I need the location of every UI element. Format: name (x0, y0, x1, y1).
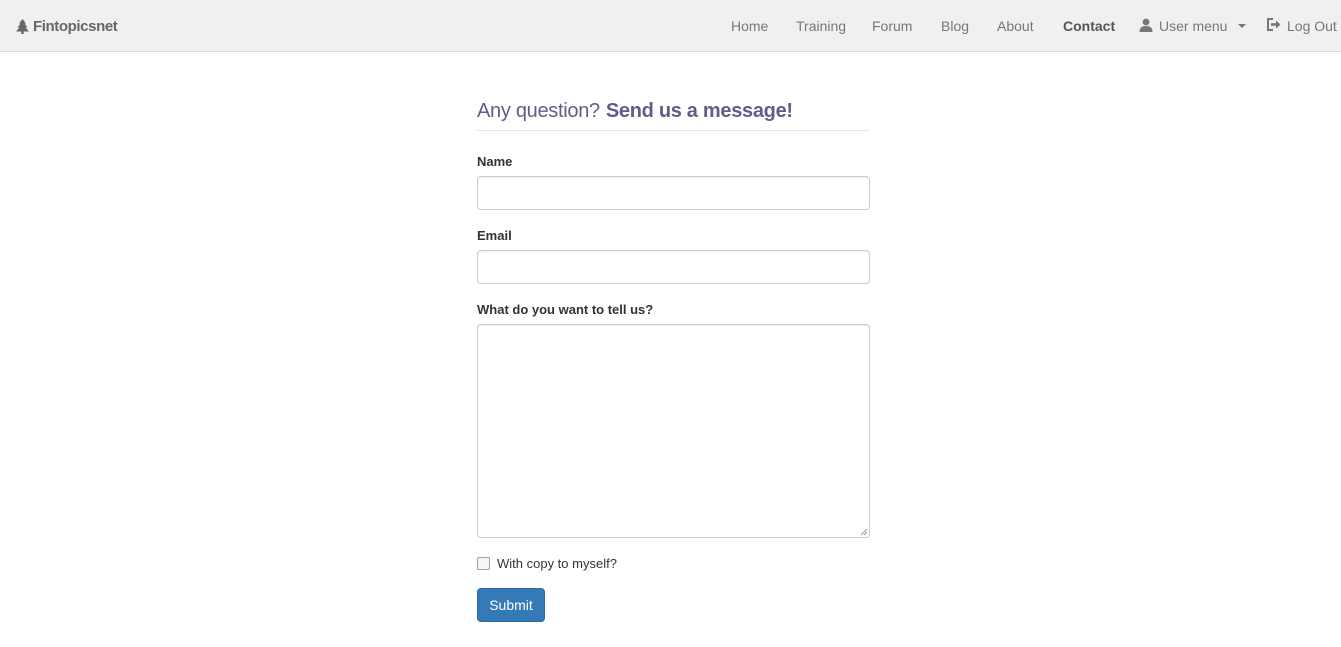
nav-home-wrap: Home (731, 0, 768, 52)
nav-item-home[interactable]: Home (731, 18, 768, 34)
form-heading: Any question? Send us a message! (477, 100, 870, 131)
brand-link[interactable]: Fintopicsnet (16, 0, 118, 52)
tree-icon (16, 18, 29, 34)
submit-button[interactable]: Submit (477, 588, 545, 622)
copy-to-self-row[interactable]: With copy to myself? (477, 555, 617, 571)
nav-about-wrap: About (997, 0, 1034, 52)
nav-user-menu-wrap: User menu (1139, 0, 1247, 52)
message-label: What do you want to tell us? (477, 302, 654, 317)
user-menu-dropdown[interactable]: User menu (1139, 18, 1247, 35)
nav-item-training[interactable]: Training (796, 18, 846, 34)
nav-forum-wrap: Forum (872, 0, 912, 52)
brand-name: Fintopicsnet (33, 17, 118, 35)
user-icon (1139, 18, 1153, 35)
message-textarea[interactable] (477, 324, 870, 538)
resize-grip-icon[interactable] (859, 527, 868, 536)
user-menu-label: User menu (1159, 18, 1228, 34)
nav-training-wrap: Training (796, 0, 846, 52)
log-out-label: Log Out (1287, 18, 1337, 34)
log-out-icon (1266, 18, 1281, 34)
log-out-link[interactable]: Log Out (1266, 18, 1337, 34)
name-label: Name (477, 154, 513, 169)
caret-down-icon (1238, 24, 1247, 28)
nav-contact-wrap: Contact (1063, 0, 1115, 52)
nav-blog-wrap: Blog (941, 0, 969, 52)
nav-item-forum[interactable]: Forum (872, 18, 912, 34)
nav-item-about[interactable]: About (997, 18, 1034, 34)
nav-logout-wrap: Log Out (1266, 0, 1337, 52)
name-input[interactable] (477, 176, 870, 210)
email-label: Email (477, 228, 512, 243)
copy-to-self-checkbox[interactable] (477, 556, 490, 570)
nav-item-blog[interactable]: Blog (941, 18, 969, 34)
email-input[interactable] (477, 250, 870, 284)
top-navbar: Fintopicsnet Home Training Forum Blog Ab… (0, 0, 1341, 52)
copy-to-self-label: With copy to myself? (497, 555, 617, 571)
heading-cta: Send us a message! (605, 100, 793, 122)
nav-item-contact[interactable]: Contact (1063, 18, 1115, 34)
heading-question: Any question? (477, 100, 600, 122)
